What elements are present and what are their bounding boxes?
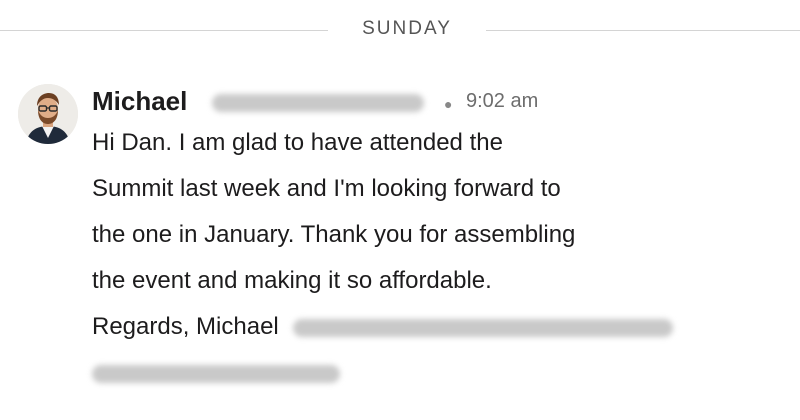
redacted-company-name (92, 364, 340, 383)
message-line-text: Summit last week and I'm looking forward… (92, 175, 561, 202)
message-line-text: the one in January. Thank you for assemb… (92, 221, 576, 248)
redacted-signature (292, 318, 673, 337)
sender-name[interactable]: Michael (92, 86, 187, 117)
message-line (92, 356, 792, 402)
message-line: the event and making it so affordable. (92, 264, 792, 310)
message-line-text: Hi Dan. I am glad to have attended the (92, 129, 503, 156)
message-line: Hi Dan. I am glad to have attended the (92, 126, 792, 172)
message-line: the one in January. Thank you for assemb… (92, 218, 792, 264)
message-timestamp[interactable]: 9:02 am (466, 90, 538, 113)
message-line-text: Regards, Michael (92, 313, 279, 340)
message-line-text: the event and making it so affordable. (92, 267, 492, 294)
separator-dot-icon: ● (444, 96, 453, 112)
avatar-photo-icon (18, 84, 78, 144)
sender-avatar[interactable] (18, 84, 78, 144)
redacted-sender-surname (212, 94, 424, 112)
divider-line-right (486, 30, 800, 31)
message-line: Summit last week and I'm looking forward… (92, 172, 792, 218)
message-header: Michael ● 9:02 am (92, 84, 652, 118)
message-line: Regards, Michael (92, 310, 792, 356)
divider-line-left (0, 30, 328, 31)
day-divider: SUNDAY (0, 14, 800, 46)
day-label[interactable]: SUNDAY (328, 18, 486, 40)
message-body: Hi Dan. I am glad to have attended the S… (92, 126, 792, 402)
